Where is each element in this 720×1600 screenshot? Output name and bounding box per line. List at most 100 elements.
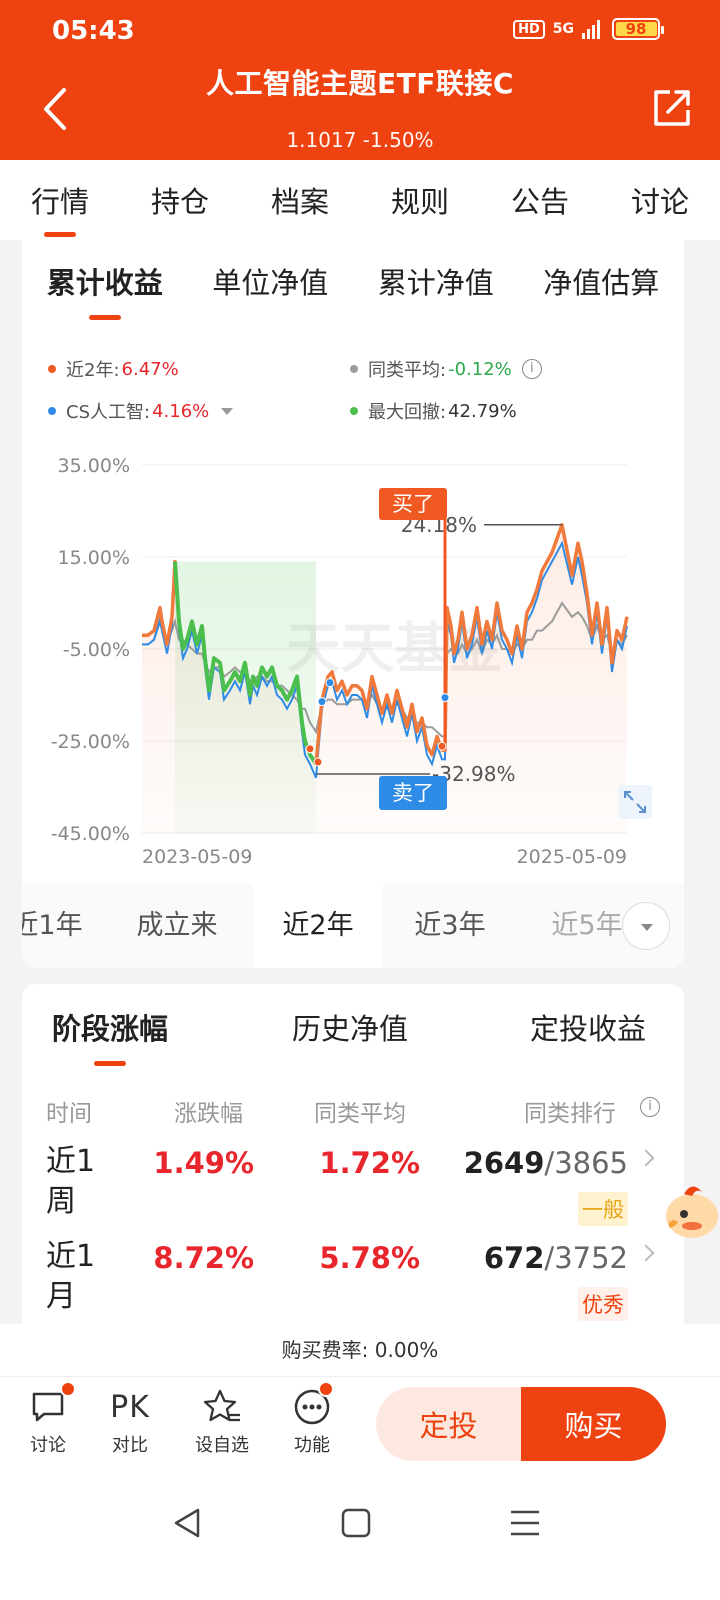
perf-tab-bar: 阶段涨幅 历史净值 定投收益 (22, 1006, 684, 1046)
star-list-icon (203, 1389, 240, 1422)
compare-label: 对比 (112, 1435, 148, 1456)
chart-sub-tabs: 累计收益 单位净值 累计净值 净值估算 (22, 260, 684, 302)
row-rank-value: 672 (483, 1241, 545, 1275)
info-icon[interactable]: i (521, 359, 542, 379)
table-row[interactable]: 近1周 1.49% 1.72% 2649/3865 一般 (22, 1136, 684, 1231)
table-row[interactable]: 近1月 8.72% 5.78% 672/3752 优秀 (22, 1231, 684, 1326)
y-tick-label: -5.00% (63, 639, 130, 661)
add-watchlist-button[interactable]: 设自选 (182, 1385, 262, 1457)
tab-history-nav[interactable]: 历史净值 (292, 1006, 408, 1048)
legend-fund-value: 6.47% (121, 358, 179, 380)
tab-cumulative-return[interactable]: 累计收益 (47, 260, 163, 302)
tab-discussion[interactable]: 讨论 (625, 179, 695, 221)
trade-dot (325, 678, 335, 688)
legend-peer-value: -0.12% (448, 358, 512, 380)
battery-icon: 98 (612, 18, 664, 40)
legend-peer-label: 同类平均: (368, 360, 447, 381)
x-tick-label: 2023-05-09 (142, 846, 252, 868)
tab-nav-estimate[interactable]: 净值估算 (543, 260, 659, 302)
trade-dot (437, 741, 447, 751)
y-tick-label: 15.00% (58, 547, 130, 569)
nav-home-icon[interactable] (331, 1498, 381, 1548)
tab-holdings[interactable]: 持仓 (145, 179, 215, 221)
system-nav-bar (0, 1468, 720, 1600)
signal-icon (582, 20, 600, 39)
tab-market[interactable]: 行情 (25, 179, 95, 221)
range-tab-1y[interactable]: 近1年 (22, 884, 112, 968)
expand-icon[interactable] (618, 785, 652, 819)
main-tab-bar: 行情 持仓 档案 规则 公告 讨论 (0, 160, 720, 240)
row-period: 近1月 (46, 1239, 96, 1314)
y-tick-label: -45.00% (51, 823, 130, 845)
tab-accumulated-nav[interactable]: 累计净值 (378, 260, 494, 302)
legend-drawdown-label: 最大回撤: (368, 402, 447, 423)
return-chart[interactable]: 35.00% 15.00% -5.00% -25.00% -45.00% 2023-05-… (22, 440, 684, 880)
trade-dot (440, 693, 450, 703)
chevron-right-icon (637, 1244, 655, 1262)
col-head-rank: 同类排行 (524, 1101, 616, 1127)
mascot-icon[interactable] (662, 1176, 720, 1246)
watchlist-label: 设自选 (195, 1435, 249, 1456)
legend-peer-dot (350, 365, 358, 373)
col-head-period: 时间 (46, 1101, 92, 1127)
row-rank-total: /3865 (544, 1146, 628, 1180)
legend-index-dot (48, 407, 56, 415)
buy-button[interactable]: 购买 (521, 1387, 666, 1461)
range-tab-2y[interactable]: 近2年 (253, 884, 383, 968)
legend-drawdown-dot (350, 407, 358, 415)
legend-drawdown: 最大回撤: 42.79% (350, 398, 517, 424)
functions-button[interactable]: 功能 (272, 1381, 352, 1457)
buy-tag-label: 买了 (392, 492, 434, 516)
discuss-label: 讨论 (30, 1435, 66, 1456)
share-icon[interactable] (650, 86, 694, 130)
range-tab-bar: 近1年 成立来 近2年 近3年 近5年 (22, 884, 684, 968)
tab-announcements[interactable]: 公告 (505, 179, 575, 221)
compare-button[interactable]: PK 对比 (90, 1385, 170, 1457)
row-peer-avg: 5.78% (319, 1241, 420, 1275)
row-rank-value: 2649 (463, 1146, 545, 1180)
hd-icon: HD (513, 19, 545, 39)
battery-level: 98 (625, 20, 647, 38)
range-tab-3y[interactable]: 近3年 (385, 884, 515, 968)
sip-button[interactable]: 定投 (376, 1387, 521, 1461)
rank-badge: 一般 (578, 1192, 628, 1226)
network-label: 5G (552, 21, 574, 37)
x-tick-label: 2025-05-09 (517, 846, 627, 868)
tab-sip-return[interactable]: 定投收益 (530, 1006, 646, 1048)
legend-drawdown-value: 42.79% (448, 400, 517, 422)
trade-buttons: 定投 购买 (376, 1387, 666, 1461)
y-tick-label: -25.00% (51, 731, 130, 753)
trade-dot (317, 697, 327, 707)
legend-index-label: CS人工智: (66, 402, 151, 423)
rank-info-icon[interactable]: i (640, 1097, 660, 1117)
col-head-peer-avg: 同类平均 (314, 1101, 406, 1127)
nav-back-icon[interactable] (162, 1498, 212, 1548)
legend-peer: 同类平均: -0.12% i (350, 356, 542, 382)
chat-bubble-icon (32, 1392, 64, 1422)
legend-fund-dot (48, 365, 56, 373)
tab-unit-nav[interactable]: 单位净值 (212, 260, 328, 302)
app-header: 05:43 HD 5G 98 人工智能主题ETF联接C 1.1017 -1.50… (0, 0, 720, 160)
pk-icon: PK (110, 1389, 150, 1425)
tab-profile[interactable]: 档案 (265, 179, 335, 221)
range-tab-since-inception[interactable]: 成立来 (112, 884, 242, 968)
tab-rules[interactable]: 规则 (385, 179, 455, 221)
notification-dot (60, 1381, 76, 1397)
status-time: 05:43 (52, 16, 135, 46)
row-rank: 672/3752 (484, 1241, 628, 1275)
discuss-button[interactable]: 讨论 (8, 1381, 88, 1457)
fund-nav-change: 1.1017 -1.50% (286, 128, 434, 152)
tab-period-return[interactable]: 阶段涨幅 (52, 1006, 168, 1048)
row-change: 1.49% (153, 1146, 254, 1180)
purchase-fee: 购买费率: 0.00% (0, 1324, 720, 1376)
legend-index-value: 4.16% (152, 400, 210, 422)
trade-dot (313, 757, 323, 767)
rank-badge: 优秀 (578, 1287, 628, 1321)
row-change: 8.72% (153, 1241, 254, 1275)
dropdown-arrow-icon[interactable] (221, 407, 234, 415)
legend-index[interactable]: CS人工智: 4.16% (48, 398, 234, 424)
nav-menu-icon[interactable] (500, 1498, 550, 1548)
row-rank: 2649/3865 (464, 1146, 628, 1180)
range-more-button[interactable] (622, 902, 670, 950)
chart-card: 累计收益 单位净值 累计净值 净值估算 近2年: 6.47% 同类平均: -0.… (22, 240, 684, 968)
